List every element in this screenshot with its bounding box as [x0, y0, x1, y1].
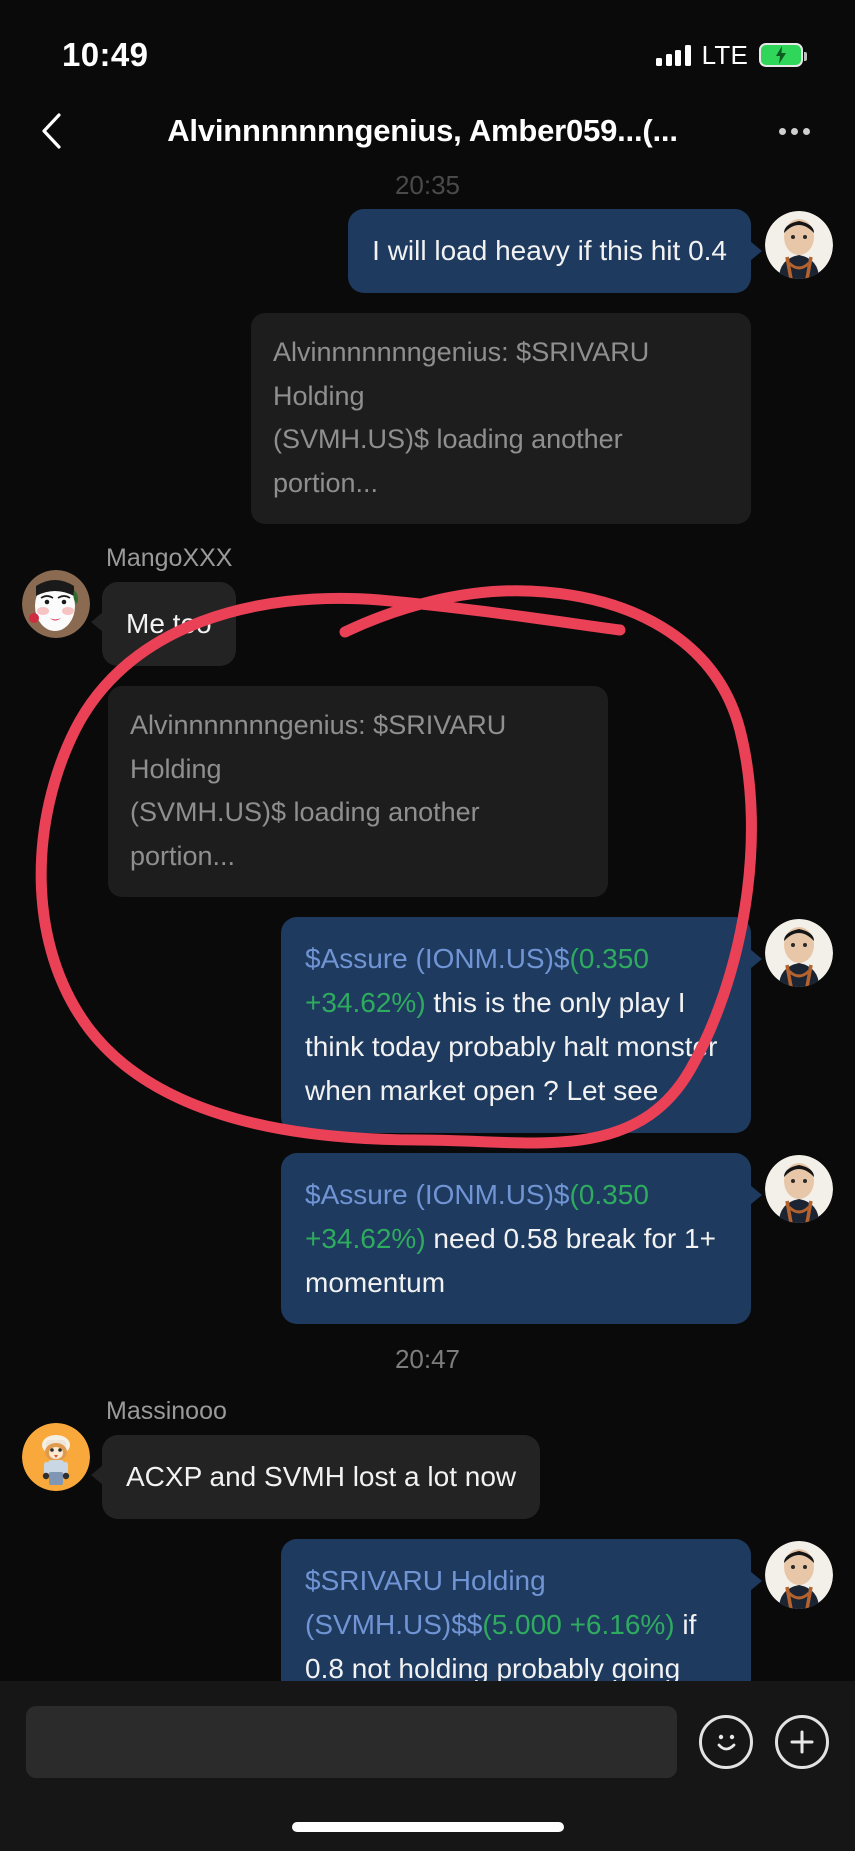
- quoted-line-1: Alvinnnnnnngenius: $SRIVARU Holding: [273, 336, 650, 411]
- stock-quote-open: (0.350: [569, 942, 649, 974]
- status-bar: 10:49 LTE: [0, 0, 855, 92]
- timestamp-divider: 20:47: [394, 1344, 461, 1375]
- message-column: MangoXXX Me too: [91, 543, 236, 666]
- quoted-line-2: (SVMH.US)$ loading another portion...: [130, 797, 480, 872]
- stock-quote-change: +34.62%): [305, 986, 426, 1018]
- more-options-icon: [778, 127, 786, 135]
- message-input[interactable]: [26, 1706, 677, 1778]
- add-plus-icon: [790, 1730, 814, 1754]
- message-row-outgoing: $Assure (IONM.US)$(0.350 +34.62%) this i…: [22, 916, 833, 1133]
- message-input-bar: [0, 1681, 855, 1803]
- message-row-quote: Alvinnnnnnngenius: $SRIVARU Holding (SVM…: [22, 685, 833, 897]
- quoted-line-2: (SVMH.US)$ loading another portion...: [273, 424, 623, 499]
- message-row-quote: Alvinnnnnnngenius: $SRIVARU Holding (SVM…: [22, 312, 833, 524]
- avatar[interactable]: [765, 1154, 833, 1223]
- stock-quote-change: +6.16%): [569, 1609, 675, 1641]
- timestamp-divider: 20:35: [394, 170, 461, 200]
- emoji-smiley-icon: [717, 1734, 736, 1751]
- nav-header: Alvinnnnnnngenius, Amber059...(...: [0, 92, 855, 170]
- message-bubble[interactable]: ACXP and SVMH lost a lot now: [90, 1435, 541, 1520]
- message-row-incoming: MangoXXX Me too: [22, 544, 833, 666]
- page-title: Alvinnnnnnngenius, Amber059...(...: [167, 113, 678, 148]
- message-bubble[interactable]: $SRIVARU Holding (SVMH.US)$$(5.000 +6.16…: [281, 1539, 762, 1681]
- avatar[interactable]: [765, 1541, 833, 1610]
- home-indicator[interactable]: [291, 1822, 564, 1832]
- signal-bars-icon: [656, 44, 691, 66]
- currency-symbol: $: [466, 1609, 483, 1641]
- message-bubble[interactable]: $Assure (IONM.US)$(0.350 +34.62%) this i…: [281, 916, 762, 1133]
- avatar[interactable]: [22, 1423, 90, 1492]
- stock-quote-open: (0.350: [569, 1178, 649, 1210]
- message-row-outgoing: $Assure (IONM.US)$(0.350 +34.62%) need 0…: [22, 1152, 833, 1325]
- status-time: 10:49: [62, 36, 149, 73]
- sender-name: Massinooo: [106, 1397, 227, 1426]
- stock-ticker-link[interactable]: $Assure (IONM.US)$: [305, 943, 570, 974]
- avatar[interactable]: [765, 211, 833, 279]
- quoted-message[interactable]: Alvinnnnnnngenius: $SRIVARU Holding (SVM…: [108, 685, 608, 897]
- add-attachment-button[interactable]: [775, 1715, 829, 1769]
- battery-charging-icon: [759, 43, 807, 67]
- message-row-outgoing: I will load heavy if this hit 0.4: [22, 209, 833, 293]
- message-row-incoming: Massinooo ACXP and SVMH lost a lot now: [22, 1397, 833, 1520]
- quoted-line-1: Alvinnnnnnngenius: $SRIVARU Holding: [130, 709, 507, 784]
- chevron-left-icon: [42, 113, 61, 149]
- home-indicator-bar: [0, 1803, 855, 1851]
- message-bubble[interactable]: $Assure (IONM.US)$(0.350 +34.62%) need 0…: [281, 1152, 762, 1325]
- chat-screen: 10:49 LTE Alvinnnnnnngenius, Amber059...…: [0, 0, 855, 1851]
- message-bubble[interactable]: Me too: [91, 581, 236, 666]
- stock-quote-open: (5.000: [482, 1609, 562, 1641]
- stock-quote-change: +34.62%): [305, 1222, 426, 1254]
- network-type-label: LTE: [701, 39, 748, 70]
- sender-name: MangoXXX: [106, 543, 233, 572]
- message-bubble[interactable]: I will load heavy if this hit 0.4: [348, 209, 762, 293]
- emoji-button[interactable]: [699, 1715, 753, 1769]
- stock-ticker-link[interactable]: $Assure (IONM.US)$: [305, 1179, 570, 1210]
- message-column: Massinooo ACXP and SVMH lost a lot now: [90, 1397, 541, 1520]
- status-indicators: LTE: [656, 39, 807, 71]
- back-button[interactable]: [24, 104, 78, 158]
- avatar[interactable]: [765, 918, 833, 987]
- message-list[interactable]: 20:35 I will load heavy if this hit 0.4 …: [0, 170, 855, 1681]
- quoted-message[interactable]: Alvinnnnnnngenius: $SRIVARU Holding (SVM…: [251, 312, 751, 524]
- message-row-outgoing: $SRIVARU Holding (SVMH.US)$$(5.000 +6.16…: [22, 1539, 833, 1681]
- avatar[interactable]: [22, 569, 90, 638]
- more-options-button[interactable]: [767, 104, 821, 158]
